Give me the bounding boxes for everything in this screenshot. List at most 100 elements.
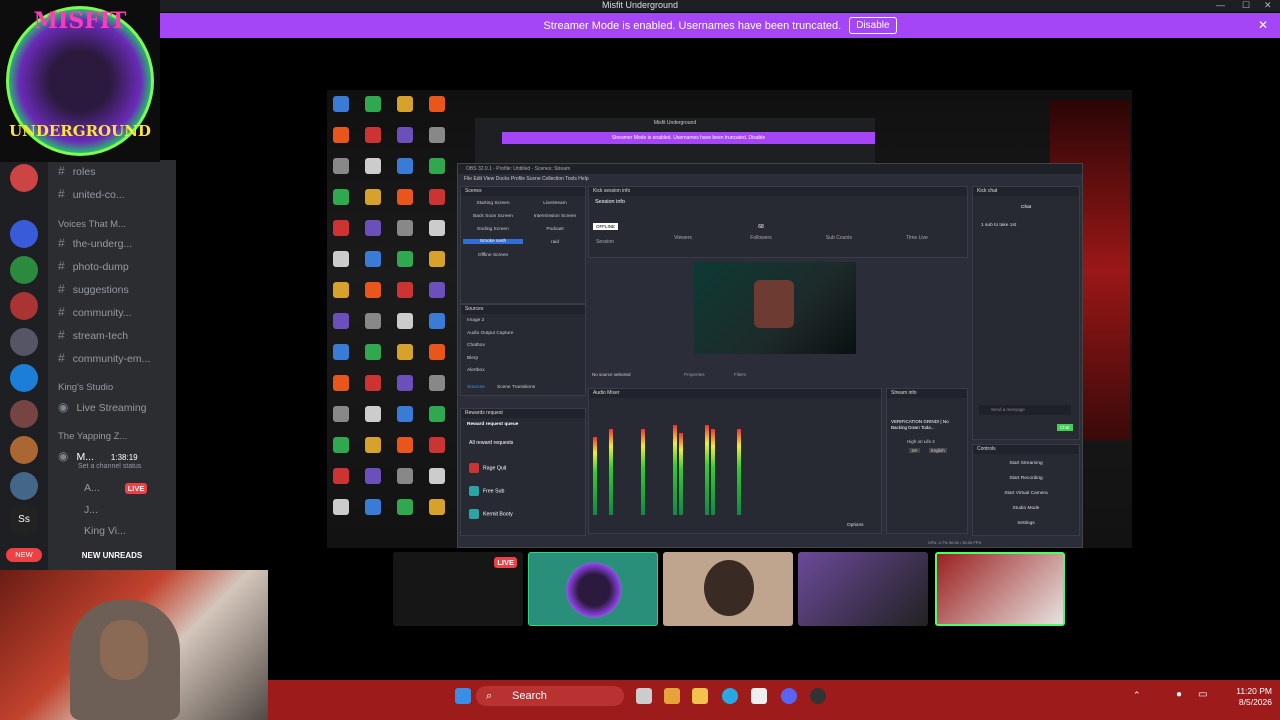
- channel-photo-dump[interactable]: # photo-dump: [58, 259, 129, 273]
- options-button[interactable]: Options: [847, 523, 864, 528]
- desktop-shortcut-icon[interactable]: [359, 282, 387, 300]
- channel-roles[interactable]: # roles: [58, 164, 95, 178]
- voice-user-king[interactable]: King Vi...: [84, 525, 126, 537]
- desktop-shortcut-icon[interactable]: [423, 96, 451, 114]
- desktop-shortcut-icon[interactable]: [359, 344, 387, 362]
- tab-sources[interactable]: Sources: [467, 385, 485, 390]
- discord-icon[interactable]: [781, 688, 797, 704]
- desktop-shortcut-icon[interactable]: [391, 499, 419, 517]
- channel-community-em[interactable]: # community-em...: [58, 351, 150, 365]
- maximize-icon[interactable]: ☐: [1242, 0, 1250, 11]
- channel-suggestions[interactable]: # suggestions: [58, 282, 129, 296]
- network-icon[interactable]: ▭: [1198, 689, 1207, 700]
- desktop-shortcut-icon[interactable]: [423, 437, 451, 455]
- desktop-shortcut-icon[interactable]: [327, 437, 355, 455]
- desktop-shortcut-icon[interactable]: [327, 468, 355, 486]
- desktop-shortcut-icon[interactable]: [359, 127, 387, 145]
- server-icon[interactable]: [10, 164, 38, 192]
- scene-item-selected[interactable]: Smoke sesh: [463, 239, 523, 244]
- obs-menu[interactable]: File Edit View Docks Profile Scene Colle…: [458, 174, 1082, 184]
- desktop-shortcut-icon[interactable]: [359, 251, 387, 269]
- desktop-shortcut-icon[interactable]: [359, 499, 387, 517]
- desktop-shortcut-icon[interactable]: [359, 313, 387, 331]
- start-streaming-button[interactable]: Start Streaming: [973, 461, 1079, 466]
- banner-close-icon[interactable]: ✕: [1258, 18, 1268, 32]
- desktop-shortcut-icon[interactable]: [391, 158, 419, 176]
- desktop-shortcut-icon[interactable]: [423, 158, 451, 176]
- video-tile-stream[interactable]: LIVE: [393, 552, 523, 626]
- source-item[interactable]: Audio Output Capture: [467, 331, 513, 336]
- desktop-shortcut-icon[interactable]: [391, 220, 419, 238]
- minimize-icon[interactable]: —: [1216, 0, 1225, 10]
- desktop-shortcut-icon[interactable]: [391, 282, 419, 300]
- desktop-shortcut-icon[interactable]: [391, 468, 419, 486]
- desktop-shortcut-icon[interactable]: [327, 344, 355, 362]
- server-icon[interactable]: [10, 472, 38, 500]
- channel-stream-tech[interactable]: # stream-tech: [58, 328, 128, 342]
- video-tile-camera[interactable]: [798, 552, 928, 626]
- video-tile-user[interactable]: [663, 552, 793, 626]
- scene-item[interactable]: Intermission Screen: [525, 214, 585, 219]
- channel-the-underground[interactable]: # the-underg...: [58, 236, 132, 250]
- desktop-shortcut-icon[interactable]: [391, 344, 419, 362]
- preview-canvas[interactable]: [694, 262, 856, 354]
- scene-item[interactable]: Podcast: [525, 227, 585, 232]
- windows-start-icon[interactable]: [455, 688, 471, 704]
- store-icon[interactable]: [751, 688, 767, 704]
- desktop-shortcut-icon[interactable]: [391, 127, 419, 145]
- reward-item[interactable]: Rage Quit: [469, 463, 581, 481]
- desktop-shortcut-icon[interactable]: [359, 468, 387, 486]
- voice-status[interactable]: Set a channel status: [78, 463, 141, 470]
- desktop-shortcut-icon[interactable]: [327, 96, 355, 114]
- chat-input[interactable]: Send a message: [979, 405, 1071, 415]
- new-badge[interactable]: NEW: [6, 548, 42, 562]
- server-icon[interactable]: Ss: [10, 506, 38, 534]
- desktop-shortcut-icon[interactable]: [327, 375, 355, 393]
- reward-item[interactable]: Free Sub: [469, 486, 581, 504]
- desktop-shortcut-icon[interactable]: [391, 96, 419, 114]
- obs-icon[interactable]: [810, 688, 826, 704]
- desktop-shortcut-icon[interactable]: [327, 189, 355, 207]
- desktop-shortcut-icon[interactable]: [327, 220, 355, 238]
- desktop-shortcut-icon[interactable]: [327, 158, 355, 176]
- properties-button[interactable]: Properties: [684, 372, 705, 377]
- desktop-shortcut-icon[interactable]: [423, 344, 451, 362]
- source-item[interactable]: Alertbox: [467, 368, 485, 373]
- voice-user-j[interactable]: J...: [84, 504, 98, 516]
- desktop-shortcut-icon[interactable]: [327, 499, 355, 517]
- desktop-shortcut-icon[interactable]: [391, 251, 419, 269]
- channel-live-streaming[interactable]: ◉ Live Streaming: [58, 400, 147, 414]
- microphone-icon[interactable]: ●: [1176, 689, 1182, 700]
- reward-item[interactable]: Kermit Booty: [469, 509, 581, 527]
- desktop-shortcut-icon[interactable]: [423, 220, 451, 238]
- scene-item[interactable]: Back Soon Screen: [463, 214, 523, 219]
- desktop-shortcut-icon[interactable]: [423, 251, 451, 269]
- server-icon[interactable]: [10, 292, 38, 320]
- video-tile-logo[interactable]: [528, 552, 658, 626]
- source-item[interactable]: Blerp: [467, 356, 478, 361]
- server-icon[interactable]: [10, 256, 38, 284]
- desktop-shortcut-icon[interactable]: [423, 375, 451, 393]
- desktop-shortcut-icon[interactable]: [359, 158, 387, 176]
- desktop-shortcut-icon[interactable]: [423, 468, 451, 486]
- desktop-shortcut-icon[interactable]: [423, 189, 451, 207]
- scene-item[interactable]: Starting Screen: [463, 201, 523, 206]
- server-icon[interactable]: [10, 400, 38, 428]
- server-icon[interactable]: [10, 220, 38, 248]
- desktop-shortcut-icon[interactable]: [359, 189, 387, 207]
- desktop-shortcut-icon[interactable]: [359, 220, 387, 238]
- desktop-shortcut-icon[interactable]: [391, 406, 419, 424]
- taskbar-search[interactable]: ⌕ Search: [476, 686, 624, 706]
- filters-button[interactable]: Filters: [734, 372, 746, 377]
- chevron-up-icon[interactable]: ⌃: [1133, 690, 1141, 701]
- scene-item[interactable]: Ending Screen: [463, 227, 523, 232]
- scene-item[interactable]: Offline Screen: [463, 253, 523, 258]
- scene-item[interactable]: Livestream: [525, 201, 585, 206]
- source-item[interactable]: Chatbox: [467, 343, 485, 348]
- new-unreads-button[interactable]: NEW UNREADS: [60, 549, 164, 563]
- voice-user[interactable]: ◉ M... 1:38:19: [58, 449, 138, 463]
- desktop-shortcut-icon[interactable]: [423, 313, 451, 331]
- server-icon[interactable]: [10, 328, 38, 356]
- channel-united[interactable]: # united-co...: [58, 187, 125, 201]
- studio-mode-button[interactable]: Studio Mode: [973, 506, 1079, 511]
